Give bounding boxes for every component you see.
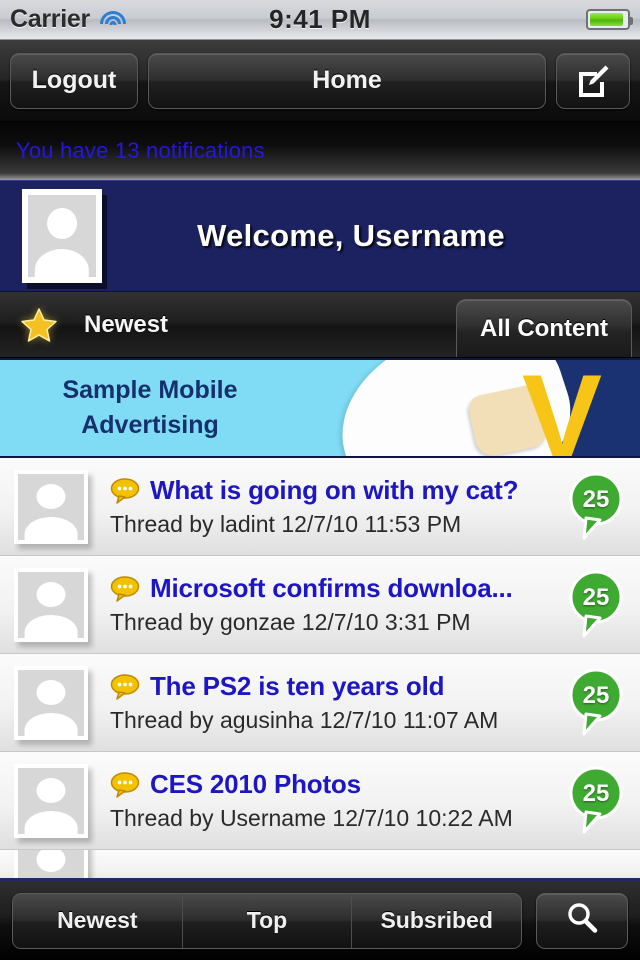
reply-count-badge: 25 [564,570,628,640]
avatar[interactable] [22,189,102,283]
list-item-meta: Thread by gonzae 12/7/10 3:31 PM [110,609,471,635]
list-item-title[interactable]: What is going on with my cat? [150,475,518,506]
avatar [14,763,88,838]
list-item-meta: Thread by Username 12/7/10 10:22 AM [110,805,513,831]
comment-bubble-icon [110,477,142,504]
welcome-banner: Welcome, Username [0,180,640,292]
list-item-title[interactable]: Microsoft confirms downloa... [150,573,513,604]
app-screen: Carrier 9:41 PM Logout Home You have 13 … [0,0,640,960]
user-avatar-placeholder-icon [18,473,84,540]
bottom-toolbar: Newest Top Subsribed [0,878,640,960]
top-navigation-bar: Logout Home [0,40,640,122]
reply-count-value: 25 [582,583,610,611]
list-item-title[interactable]: The PS2 is ten years old [150,671,444,702]
comment-bubble-icon [110,771,142,798]
reply-count-value: 25 [582,681,610,709]
status-bar: Carrier 9:41 PM [0,0,640,40]
ad-text: Sample Mobile Advertising [0,360,300,456]
list-item-title-line: CES 2010 Photos [110,769,564,800]
list-item-meta: Thread by ladint 12/7/10 11:53 PM [110,511,462,537]
list-item-body: What is going on with my cat? Thread by … [88,475,564,538]
search-button[interactable] [536,892,628,949]
tab-top[interactable]: Top [182,893,353,948]
welcome-avatar-wrapper[interactable] [22,189,102,283]
user-avatar-placeholder-icon [28,195,96,277]
clock-label: 9:41 PM [269,4,371,34]
list-item-title[interactable]: CES 2010 Photos [150,769,361,800]
list-item-meta: Thread by agusinha 12/7/10 11:07 AM [110,707,499,733]
avatar [14,469,88,544]
advertisement-banner[interactable]: V Sample Mobile Advertising [0,358,640,458]
list-item-title-line: The PS2 is ten years old [110,671,564,702]
page-title: Welcome, Username [197,218,505,253]
avatar [14,567,88,642]
list-item[interactable]: CES 2010 Photos Thread by Username 12/7/… [0,752,640,850]
reply-count-badge: 25 [564,472,628,542]
list-item[interactable]: What is going on with my cat? Thread by … [0,458,640,556]
logout-button[interactable]: Logout [10,52,138,109]
all-content-button[interactable]: All Content [456,299,632,357]
compose-icon [575,63,611,99]
user-avatar-placeholder-icon [18,767,84,834]
search-icon [565,901,599,940]
ad-line-2: Advertising [81,411,219,439]
comment-bubble-icon [110,575,142,602]
ad-logo-text: V [521,358,602,458]
comment-bubble-icon [110,673,142,700]
tab-newest[interactable]: Newest [13,893,183,948]
home-button[interactable]: Home [148,52,546,109]
filter-segmented-control[interactable]: Newest Top Subsribed [12,892,522,949]
reply-count-badge: 25 [564,668,628,738]
user-avatar-placeholder-icon [18,669,84,736]
list-item-body: CES 2010 Photos Thread by Username 12/7/… [88,769,564,832]
battery-icon [586,9,633,30]
filter-bar: Newest All Content [0,292,640,358]
tab-subscribed[interactable]: Subsribed [352,893,521,948]
reply-count-badge: 25 [564,766,628,836]
notification-strip[interactable]: You have 13 notifications [0,122,640,180]
list-item[interactable]: The PS2 is ten years old Thread by agusi… [0,654,640,752]
list-item[interactable]: Microsoft confirms downloa... Thread by … [0,556,640,654]
ad-line-1: Sample Mobile [62,375,238,404]
compose-button[interactable] [556,52,630,109]
notification-text[interactable]: You have 13 notifications [16,138,265,164]
list-item-body: Microsoft confirms downloa... Thread by … [88,573,564,636]
list-item-body: The PS2 is ten years old Thread by agusi… [88,671,564,734]
filter-label: Newest [84,310,169,338]
avatar [14,665,88,740]
list-item-title-line: Microsoft confirms downloa... [110,573,564,604]
reply-count-value: 25 [582,485,610,513]
list-item-title-line: What is going on with my cat? [110,475,564,506]
user-avatar-placeholder-icon [18,571,84,638]
reply-count-value: 25 [582,779,610,807]
content-list[interactable]: What is going on with my cat? Thread by … [0,458,640,892]
star-icon [20,307,58,343]
